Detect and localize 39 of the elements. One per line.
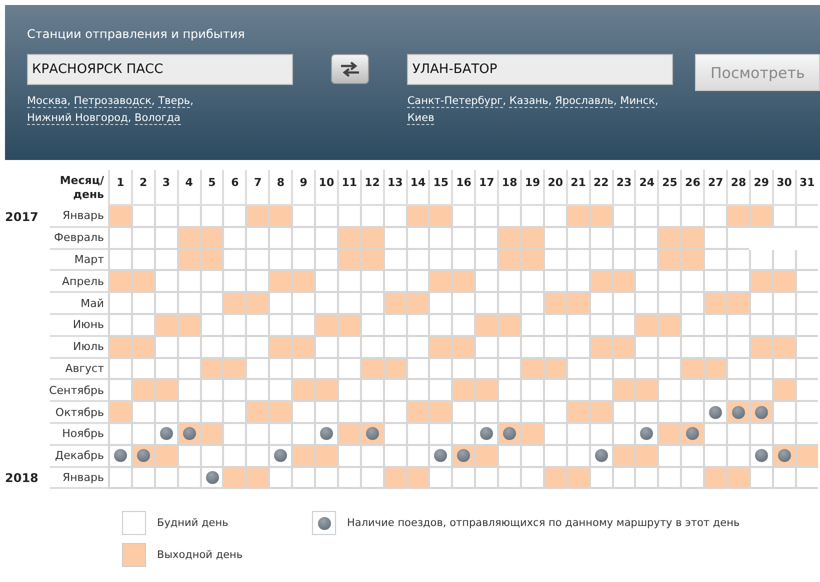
station-suggestions: Санкт-Петербург, Казань, Ярославль, Минск, Киев [407, 94, 660, 127]
legend-label: Будний день [157, 517, 228, 530]
year-label: 2017 [5, 210, 38, 224]
swap-button[interactable] [331, 54, 370, 84]
month-label: Январь [62, 470, 104, 484]
column-header: Месяц/ день [58, 173, 105, 203]
station-link[interactable]: Минск [620, 95, 656, 108]
train-swatch [312, 511, 336, 536]
station-suggestions: Москва, Петрозаводск, Тверь, Нижний Новгород, Вологда [27, 94, 194, 127]
swap-arrows-icon [339, 61, 362, 77]
weekday-swatch [122, 511, 146, 536]
station-link[interactable]: Ярославль [555, 95, 614, 108]
station-link[interactable]: Санкт-Петербург [407, 95, 503, 108]
month-label: Март [74, 252, 104, 266]
station-field[interactable]: КРАСНОЯРСК ПАСС [27, 54, 293, 85]
month-label: Ноябрь [62, 427, 104, 440]
weekend-swatch [122, 543, 146, 568]
year-label: 2018 [5, 471, 38, 486]
month-label: Август [65, 362, 104, 375]
month-label: Сентябрь [49, 384, 104, 397]
month-label: Июнь [72, 318, 104, 332]
legend-label: Наличие поездов, отправляющихся по данному маршруту в этот день [347, 517, 740, 530]
station-link[interactable]: Вологда [134, 112, 180, 125]
month-label: Октябрь [55, 406, 104, 419]
station-link[interactable]: Тверь [158, 95, 190, 108]
month-label: Июль [72, 340, 104, 354]
station-link[interactable]: Казань [509, 95, 548, 108]
station-link[interactable]: Киев [407, 112, 434, 125]
station-field[interactable]: УЛАН-БАТОР [407, 54, 674, 85]
station-link[interactable]: Петрозаводск [74, 95, 152, 108]
month-label: Декабрь [55, 449, 104, 462]
month-label: Январь [62, 209, 104, 222]
panel-title: Станции отправления и прибытия [27, 27, 246, 41]
month-label: Май [80, 296, 104, 310]
legend-label: Выходной день [157, 549, 243, 562]
month-label: Апрель [62, 274, 104, 288]
station-link[interactable]: Нижний Новгород [27, 112, 128, 125]
month-label: Февраль [54, 231, 104, 244]
station-link[interactable]: Москва [27, 95, 68, 108]
